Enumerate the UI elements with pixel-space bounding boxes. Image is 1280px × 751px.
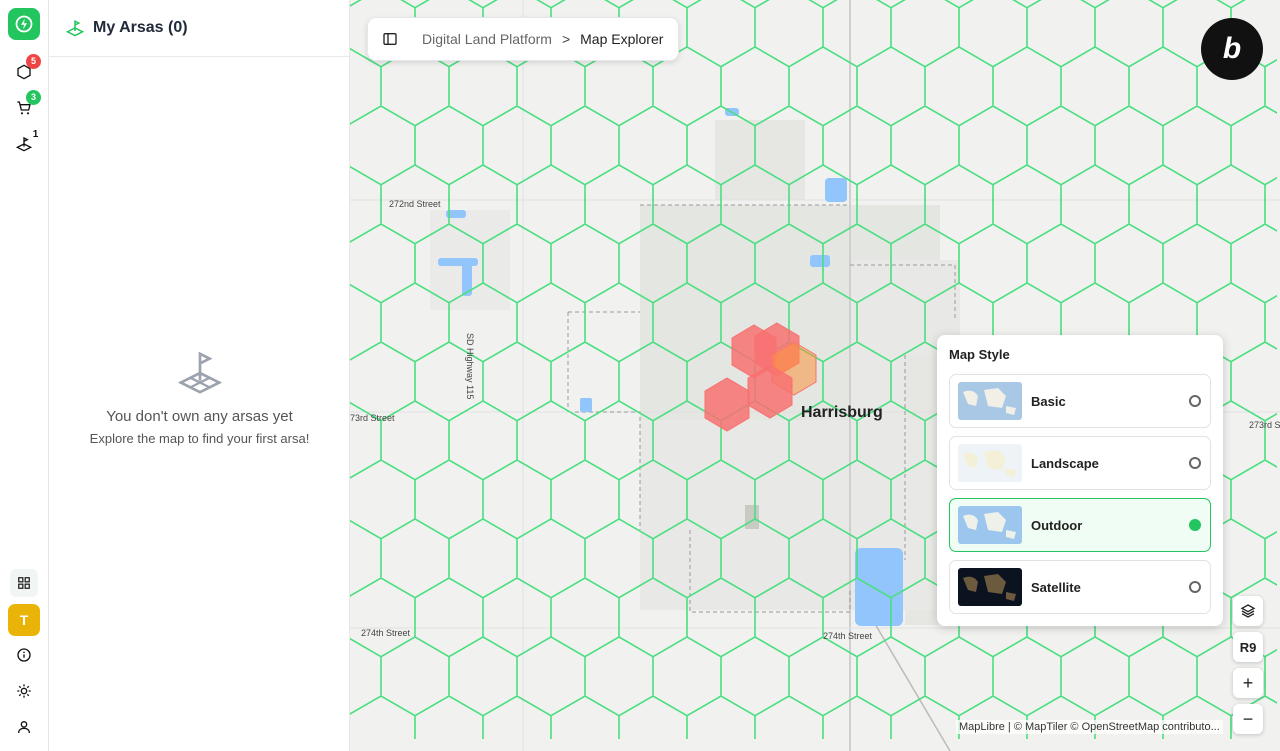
icon-rail: 5 3 1 T [0,0,49,751]
outdoor-thumbnail-icon [958,506,1022,544]
map-style-label: Satellite [1031,579,1081,595]
radio-button-selected[interactable] [1189,519,1201,531]
breadcrumb-item-platform[interactable]: Digital Land Platform [422,31,552,47]
radio-button[interactable] [1189,581,1201,593]
street-label: 274th Street [361,628,411,638]
theme-toggle-button[interactable] [10,677,38,705]
street-label: 273rd Street [1249,420,1280,430]
breadcrumb-item-current: Map Explorer [580,31,664,47]
panel-title: My Arsas (0) [93,19,188,36]
bolt-badge[interactable]: b [1201,18,1263,80]
map-style-label: Landscape [1031,455,1099,471]
arsas-panel: My Arsas (0) You don't own any arsas yet… [49,0,350,751]
map-style-option-satellite[interactable]: Satellite [949,560,1211,614]
radio-button[interactable] [1189,457,1201,469]
map-style-panel: Map Style Basic Landscape Outdoor Satell… [937,335,1223,626]
map-style-label: Basic [1031,393,1066,409]
layers-icon [1240,604,1256,618]
inventory-button[interactable]: 5 [10,54,41,86]
highway-label: SD Highway 115 [465,333,475,400]
radio-button[interactable] [1189,395,1201,407]
layers-button[interactable] [1233,596,1263,626]
arsas-badge: 1 [32,129,39,140]
sidebar-toggle-icon [383,33,397,45]
map-style-title: Map Style [949,347,1010,362]
land-flag-icon [66,20,84,37]
dashboard-button[interactable] [10,569,38,597]
empty-state-subtitle: Explore the map to find your first arsa! [89,431,310,446]
inventory-badge: 5 [26,54,41,69]
breadcrumb-separator: > [561,31,571,47]
resolution-button[interactable]: R9 [1233,632,1263,662]
sun-icon [17,684,31,698]
breadcrumb: Digital Land Platform > Map Explorer [367,17,680,61]
map-style-option-outdoor[interactable]: Outdoor [949,498,1211,552]
grid-icon [18,577,30,589]
zoom-in-button[interactable]: + [1233,668,1263,698]
app-root: 5 3 1 T My Arsas (0) You don't own any a… [0,0,1280,751]
my-arsas-button[interactable]: 1 [10,129,38,158]
panel-header: My Arsas (0) [49,0,349,57]
zoom-out-button[interactable]: − [1233,704,1263,734]
app-logo[interactable] [8,8,40,40]
landscape-thumbnail-icon [958,444,1022,482]
map-canvas[interactable]: 272nd Street SD Highway 115 73rd Street … [350,0,1280,751]
map-attribution[interactable]: MapLibre | © MapTiler © OpenStreetMap co… [956,720,1223,734]
city-label: Harrisburg [801,404,883,421]
empty-state: You don't own any arsas yet Explore the … [49,350,350,446]
street-label: 73rd Street [350,413,395,423]
bolt-logo-icon [15,15,33,33]
info-button[interactable] [10,641,38,669]
street-label: 272nd Street [389,199,441,209]
street-label: 274th Street [823,631,873,641]
map-style-option-landscape[interactable]: Landscape [949,436,1211,490]
empty-land-icon [177,351,222,394]
info-icon [17,648,31,662]
empty-state-title: You don't own any arsas yet [106,408,293,425]
basic-thumbnail-icon [958,382,1022,420]
map-style-option-basic[interactable]: Basic [949,374,1211,428]
user-avatar[interactable]: T [8,604,40,636]
profile-button[interactable] [10,713,38,741]
satellite-thumbnail-icon [958,568,1022,606]
cart-badge: 3 [26,90,41,105]
cart-button[interactable]: 3 [10,90,41,122]
user-icon [18,721,30,734]
map-style-label: Outdoor [1031,517,1083,533]
